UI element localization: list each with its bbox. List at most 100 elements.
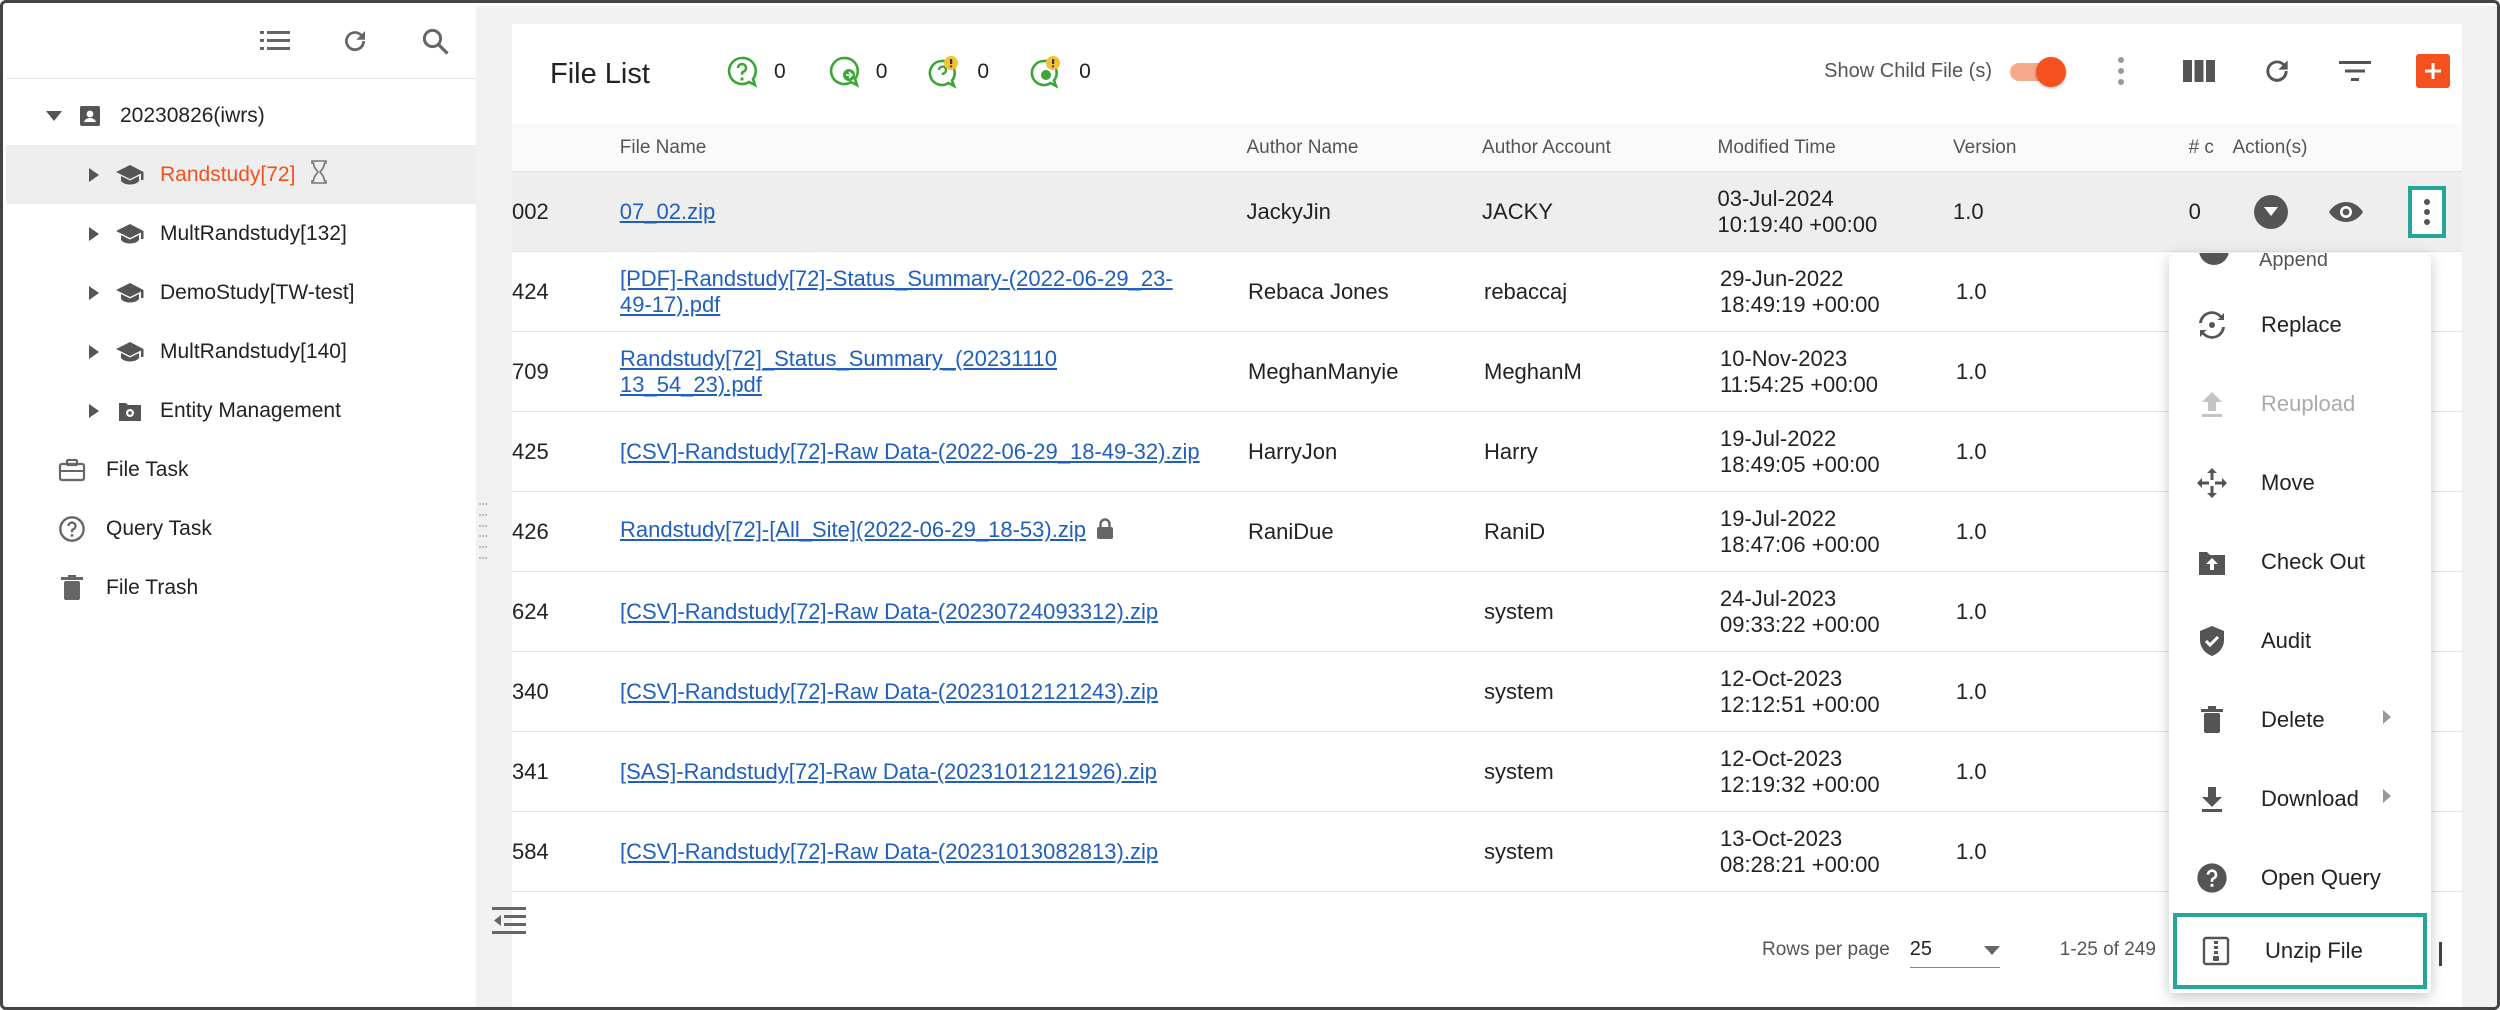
menu-item-delete[interactable]: Delete <box>2169 680 2431 759</box>
row-id: 584 <box>512 838 549 864</box>
help-circle-icon <box>2195 861 2229 895</box>
file-link[interactable]: [CSV]-Randstudy[72]-Raw Data-(2023072409… <box>620 599 1158 624</box>
trash-icon <box>2195 703 2229 737</box>
counter-open-queries[interactable]: 0 <box>724 54 786 90</box>
page-range: 1-25 of 249 <box>2059 939 2156 960</box>
nav-label: File Trash <box>106 575 199 599</box>
tree-item-entity-management[interactable]: Entity Management <box>6 381 476 440</box>
file-link[interactable]: Randstudy[72]_Status_Summary_(20231110 13… <box>620 346 1057 397</box>
file-link[interactable]: [SAS]-Randstudy[72]-Raw Data-(2023101212… <box>620 759 1157 784</box>
menu-item-append-partial[interactable]: Append <box>2259 253 2328 272</box>
counter-alert-queries[interactable]: 0 <box>1029 54 1091 90</box>
list-icon[interactable] <box>258 24 292 58</box>
menu-item-audit[interactable]: Audit <box>2169 601 2431 680</box>
refresh-icon[interactable] <box>338 24 372 58</box>
col-author-account[interactable]: Author Account <box>1482 137 1718 159</box>
search-icon[interactable] <box>418 24 452 58</box>
school-icon <box>114 277 146 309</box>
horizontal-scrollbar[interactable] <box>2439 942 2442 966</box>
tree-item-label: MultRandstudy[132] <box>160 221 347 245</box>
collapse-sidebar-icon[interactable] <box>492 906 526 941</box>
table-header-row: File Name Author Name Author Account Mod… <box>512 124 2462 172</box>
nav-file-task[interactable]: File Task <box>6 440 476 499</box>
caret-down-icon[interactable] <box>44 106 64 126</box>
row-account: RaniD <box>1484 518 1546 544</box>
row-modified: 29-Jun-2022 18:49:19 +00:00 <box>1720 265 1880 317</box>
query-open-icon <box>724 54 760 90</box>
nav-query-task[interactable]: Query Task <box>6 499 476 558</box>
menu-item-download[interactable]: Download <box>2169 759 2431 838</box>
tree-item-label: MultRandstudy[140] <box>160 339 347 363</box>
row-id: 340 <box>512 678 549 704</box>
caret-right-icon[interactable] <box>84 342 104 362</box>
row-modified: 12-Oct-2023 12:12:51 +00:00 <box>1720 665 1880 717</box>
more-vert-icon[interactable] <box>2100 50 2142 92</box>
row-account: system <box>1484 678 1554 704</box>
school-icon <box>114 336 146 368</box>
show-child-toggle[interactable] <box>2008 57 2066 87</box>
upload-icon <box>2195 387 2229 421</box>
col-author-name[interactable]: Author Name <box>1247 137 1483 159</box>
row-account: system <box>1484 598 1554 624</box>
row-more-button[interactable] <box>2408 185 2447 238</box>
tree-root[interactable]: 20230826(iwrs) <box>6 86 476 145</box>
query-alert-icon <box>1029 54 1065 90</box>
row-id: 426 <box>512 518 549 544</box>
menu-item-reupload[interactable]: Reupload <box>2169 364 2431 443</box>
file-link[interactable]: [CSV]-Randstudy[72]-Raw Data-(2023101212… <box>620 679 1158 704</box>
row-version: 1.0 <box>1956 438 1987 464</box>
expand-actions-icon[interactable] <box>2254 194 2289 229</box>
menu-item-unzip-file[interactable]: Unzip File <box>2173 913 2427 989</box>
tree-item-multrandstudy-140[interactable]: MultRandstudy[140] <box>6 322 476 381</box>
file-link[interactable]: 07_02.zip <box>620 199 715 224</box>
nav-file-trash[interactable]: File Trash <box>6 558 476 617</box>
file-link[interactable]: [PDF]-Randstudy[72]-Status_Summary-(2022… <box>620 266 1173 317</box>
caret-right-icon[interactable] <box>84 401 104 421</box>
caret-right-icon[interactable] <box>84 283 104 303</box>
nav-label: Query Task <box>106 516 212 540</box>
row-version: 1.0 <box>1956 278 1987 304</box>
filter-icon[interactable] <box>2334 50 2376 92</box>
tree-item-label: Randstudy[72] <box>160 162 296 186</box>
col-file-name[interactable]: File Name <box>620 137 1247 159</box>
tree-item-demostudy[interactable]: DemoStudy[TW-test] <box>6 263 476 322</box>
sidebar: 20230826(iwrs) Randstudy[72] MultRandstu… <box>6 6 476 1007</box>
caret-right-icon[interactable] <box>84 224 104 244</box>
menu-item-replace[interactable]: Replace <box>2169 285 2431 364</box>
file-link[interactable]: [CSV]-Randstudy[72]-Raw Data-(2022-06-29… <box>620 439 1200 464</box>
refresh-icon[interactable] <box>2256 50 2298 92</box>
file-link[interactable]: [CSV]-Randstudy[72]-Raw Data-(2023101308… <box>620 839 1158 864</box>
tree-item-multrandstudy-132[interactable]: MultRandstudy[132] <box>6 204 476 263</box>
menu-item-move[interactable]: Move <box>2169 443 2431 522</box>
row-modified: 12-Oct-2023 12:19:32 +00:00 <box>1720 745 1880 797</box>
row-modified: 19-Jul-2022 18:47:06 +00:00 <box>1720 505 1880 557</box>
eye-icon[interactable] <box>2326 195 2366 229</box>
counter-replied-queries[interactable]: 0 <box>826 54 888 90</box>
col-version[interactable]: Version <box>1953 137 2189 159</box>
menu-item-check-out[interactable]: Check Out <box>2169 522 2431 601</box>
page-title: File List <box>550 58 650 90</box>
row-id: 424 <box>512 278 549 304</box>
row-file-name: [PDF]-Randstudy[72]-Status_Summary-(2022… <box>620 266 1248 318</box>
replace-icon <box>2195 308 2229 342</box>
columns-icon[interactable] <box>2178 50 2220 92</box>
caret-right-icon[interactable] <box>84 165 104 185</box>
row-version: 1.0 <box>1956 838 1987 864</box>
tree-item-label: Entity Management <box>160 398 341 422</box>
counter-warning-queries[interactable]: 0 <box>927 54 989 90</box>
menu-item-open-query[interactable]: Open Query <box>2169 838 2431 917</box>
row-version: 1.0 <box>1956 358 1987 384</box>
col-count[interactable]: # c <box>2189 137 2233 159</box>
gear-folder-icon <box>114 395 146 427</box>
tree-item-randstudy-72[interactable]: Randstudy[72] <box>6 145 476 204</box>
add-file-button[interactable] <box>2416 54 2450 88</box>
row-modified: 10-Nov-2023 11:54:25 +00:00 <box>1720 345 1879 397</box>
rows-per-page-select[interactable]: 25 <box>1909 932 2000 968</box>
move-icon <box>2195 466 2229 500</box>
file-link[interactable]: Randstudy[72]-[All_Site](2022-06-29_18-5… <box>620 517 1086 542</box>
table-row[interactable]: 002 07_02.zip JackyJin JACKY 03-Jul-2024… <box>512 172 2462 252</box>
show-child-label: Show Child File (s) <box>1824 59 1992 82</box>
col-modified-time[interactable]: Modified Time <box>1718 135 1954 161</box>
counter-value: 0 <box>875 60 888 83</box>
resize-grip-icon[interactable] <box>479 503 487 559</box>
